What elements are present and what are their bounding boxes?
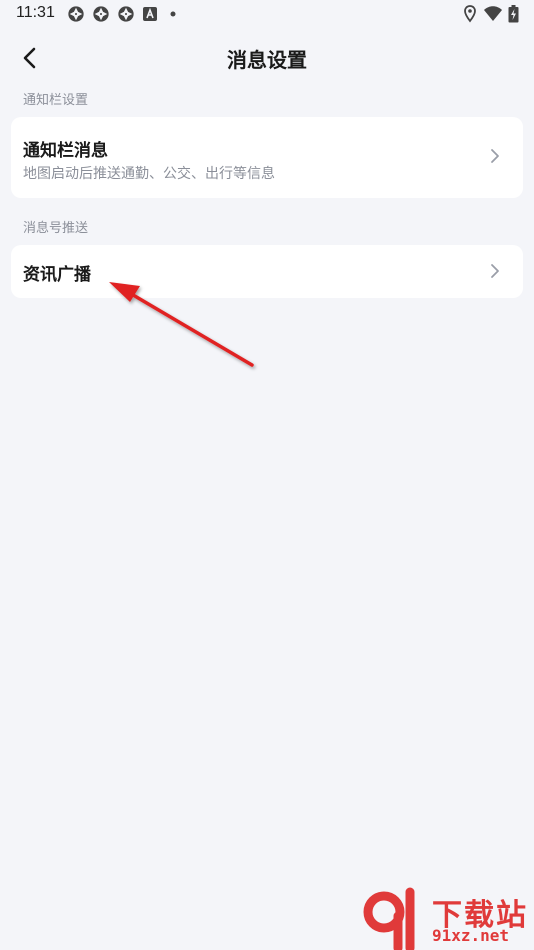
page-title: 消息设置 — [227, 48, 307, 72]
item-title: 通知栏消息 — [23, 141, 108, 161]
news-broadcast-item[interactable]: 资讯广播 — [11, 245, 523, 298]
a-box-icon — [143, 7, 157, 21]
dot-icon — [170, 11, 176, 17]
aperture-icon — [93, 6, 109, 22]
status-time: 11:31 — [16, 4, 55, 21]
watermark-logo-icon — [363, 887, 415, 950]
chevron-right-icon — [491, 264, 499, 278]
aperture-icon — [118, 6, 134, 22]
wifi-icon — [484, 6, 502, 21]
aperture-icon — [68, 6, 84, 22]
item-title: 资讯广播 — [23, 265, 91, 285]
app-header: 消息设置 — [0, 36, 534, 80]
notification-bar-message-item[interactable]: 通知栏消息 地图启动后推送通勤、公交、出行等信息 — [11, 117, 523, 198]
site-watermark: 下载站 91xz.net — [360, 886, 534, 950]
section-label-message-push: 消息号推送 — [23, 221, 89, 236]
section-label-notification-bar: 通知栏设置 — [23, 93, 89, 108]
location-icon — [464, 5, 476, 23]
chevron-right-icon — [491, 149, 499, 163]
battery-charging-icon — [508, 5, 519, 23]
item-subtitle: 地图启动后推送通勤、公交、出行等信息 — [23, 166, 275, 182]
watermark-url: 91xz.net — [432, 926, 510, 945]
status-bar: 11:31 — [0, 0, 534, 28]
